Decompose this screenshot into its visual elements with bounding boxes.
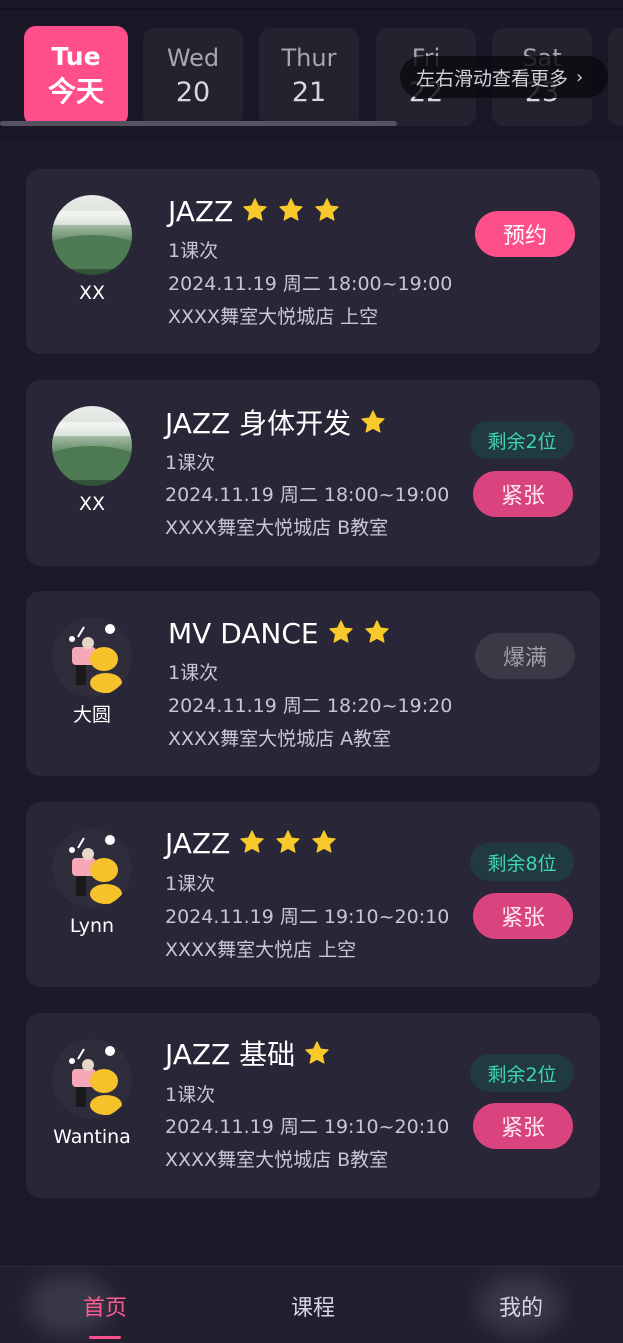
course-title: JAZZ 身体开发 <box>165 407 352 440</box>
course-sessions: 1课次 <box>168 240 219 262</box>
remaining-seats-badge: 剩余2位 <box>470 1054 574 1092</box>
day-tab-weekday: Thur <box>281 44 337 72</box>
course-title: JAZZ 基础 <box>165 1038 296 1071</box>
star-icon <box>361 410 385 433</box>
day-tab-date: 20 <box>175 77 211 108</box>
course-time: 2024.11.19 周二 19:10~20:10 <box>165 906 450 928</box>
course-time: 2024.11.19 周二 18:00~19:00 <box>165 484 450 506</box>
course-sessions: 1课次 <box>165 1084 216 1106</box>
remaining-seats-badge: 剩余8位 <box>470 843 574 881</box>
star-icon <box>276 830 300 853</box>
scroll-hint-text: 左右滑动查看更多 <box>416 67 569 90</box>
course-card[interactable]: XX JAZZ 身体开发 1课次 2024.11.19 周二 18:00~19:… <box>26 380 600 566</box>
star-icon <box>364 620 389 643</box>
teacher-name: Wantina <box>53 1126 131 1148</box>
star-icon <box>312 830 336 853</box>
course-location: XXXX舞室大悦城店 A教室 <box>168 728 392 750</box>
star-rating <box>351 408 387 440</box>
nav-home[interactable]: 首页 <box>45 1267 165 1343</box>
teacher-name: Lynn <box>69 915 115 937</box>
dancer-illustration-icon <box>69 1046 122 1115</box>
teacher-block: XX <box>50 406 134 516</box>
day-tab-wed[interactable]: Wed 20 <box>143 28 243 126</box>
date-scroll-indicator[interactable] <box>0 121 397 126</box>
nav-mine[interactable]: 我的 <box>461 1267 581 1343</box>
course-title-row: JAZZ 身体开发 <box>165 407 387 441</box>
nav-active-indicator <box>89 1336 121 1339</box>
top-divider <box>0 8 623 10</box>
teacher-name: XX <box>78 493 106 515</box>
chevron-right-icon: › <box>576 66 584 88</box>
day-tab-thur[interactable]: Thur 21 <box>259 28 359 126</box>
course-location: XXXX舞室大悦店 上空 <box>165 939 357 961</box>
nav-courses[interactable]: 课程 <box>253 1267 373 1343</box>
tight-status-button[interactable]: 紧张 <box>473 471 573 517</box>
day-tab-date: 今天 <box>47 75 104 108</box>
scroll-hint: 左右滑动查看更多 › <box>400 56 608 98</box>
teacher-block: 大圆 <box>50 617 134 727</box>
remaining-seats-badge: 剩余2位 <box>470 421 574 459</box>
course-time: 2024.11.19 周二 18:00~19:00 <box>168 273 453 295</box>
star-icon <box>240 830 264 853</box>
course-card[interactable]: XX JAZZ 1课次 2024.11.19 周二 18:00~19:00 XX… <box>26 169 600 354</box>
book-button[interactable]: 预约 <box>475 211 575 257</box>
course-location: XXXX舞室大悦城店 上空 <box>168 306 379 328</box>
star-rating <box>233 196 341 228</box>
teacher-block: Wantina <box>50 1039 134 1149</box>
course-title-row: JAZZ <box>165 827 338 861</box>
course-sessions: 1课次 <box>165 873 216 895</box>
star-icon <box>328 620 353 643</box>
course-time: 2024.11.19 周二 18:20~19:20 <box>168 695 453 717</box>
teacher-block: XX <box>50 195 134 305</box>
star-icon <box>305 1041 329 1064</box>
day-tab-next-partial[interactable] <box>608 28 623 126</box>
bottom-nav: 首页 课程 我的 <box>0 1266 623 1343</box>
course-location: XXXX舞室大悦城店 B教室 <box>165 1149 389 1171</box>
teacher-avatar <box>52 406 132 486</box>
course-card[interactable]: 大圆 MV DANCE 1课次 2024.11.19 周二 18:20~19:2… <box>26 591 600 776</box>
star-rating <box>319 618 391 650</box>
teacher-block: Lynn <box>50 828 134 938</box>
star-icon <box>279 198 303 221</box>
tight-status-button[interactable]: 紧张 <box>473 893 573 939</box>
course-title-row: JAZZ 基础 <box>165 1038 331 1072</box>
course-sessions: 1课次 <box>165 452 216 474</box>
course-card[interactable]: Lynn JAZZ 1课次 2024.11.19 周二 19:10~20:10 … <box>26 802 600 987</box>
star-rating <box>295 1039 331 1071</box>
dancer-illustration-icon <box>69 624 122 693</box>
dancer-illustration-icon <box>69 835 122 904</box>
teacher-avatar <box>52 195 132 275</box>
teacher-avatar <box>52 1039 132 1119</box>
course-title-row: JAZZ <box>168 195 341 229</box>
course-title-row: MV DANCE <box>168 617 391 651</box>
teacher-name: 大圆 <box>72 704 111 726</box>
star-icon <box>243 198 267 221</box>
teacher-name: XX <box>78 282 106 304</box>
star-icon <box>315 198 339 221</box>
course-location: XXXX舞室大悦城店 B教室 <box>165 517 389 539</box>
tight-status-button[interactable]: 紧张 <box>473 1103 573 1149</box>
course-sessions: 1课次 <box>168 662 219 684</box>
course-title: JAZZ <box>165 827 231 860</box>
day-tab-weekday: Tue <box>51 42 101 71</box>
day-tab-tue[interactable]: Tue 今天 <box>24 26 128 126</box>
teacher-avatar <box>52 617 132 697</box>
course-title: JAZZ <box>168 195 234 228</box>
teacher-avatar <box>52 828 132 908</box>
course-title: MV DANCE <box>168 617 319 650</box>
full-status-button[interactable]: 爆满 <box>475 633 575 679</box>
day-tab-date: 21 <box>291 77 327 108</box>
course-card[interactable]: Wantina JAZZ 基础 1课次 2024.11.19 周二 19:10~… <box>26 1013 600 1198</box>
star-rating <box>230 828 338 860</box>
course-time: 2024.11.19 周二 19:10~20:10 <box>165 1116 450 1138</box>
date-selector[interactable]: Tue 今天 Wed 20 Thur 21 Fri 22 Sat 23 左右滑动… <box>0 0 623 140</box>
app-root: Tue 今天 Wed 20 Thur 21 Fri 22 Sat 23 左右滑动… <box>0 0 623 1343</box>
day-tab-weekday: Wed <box>166 44 220 72</box>
